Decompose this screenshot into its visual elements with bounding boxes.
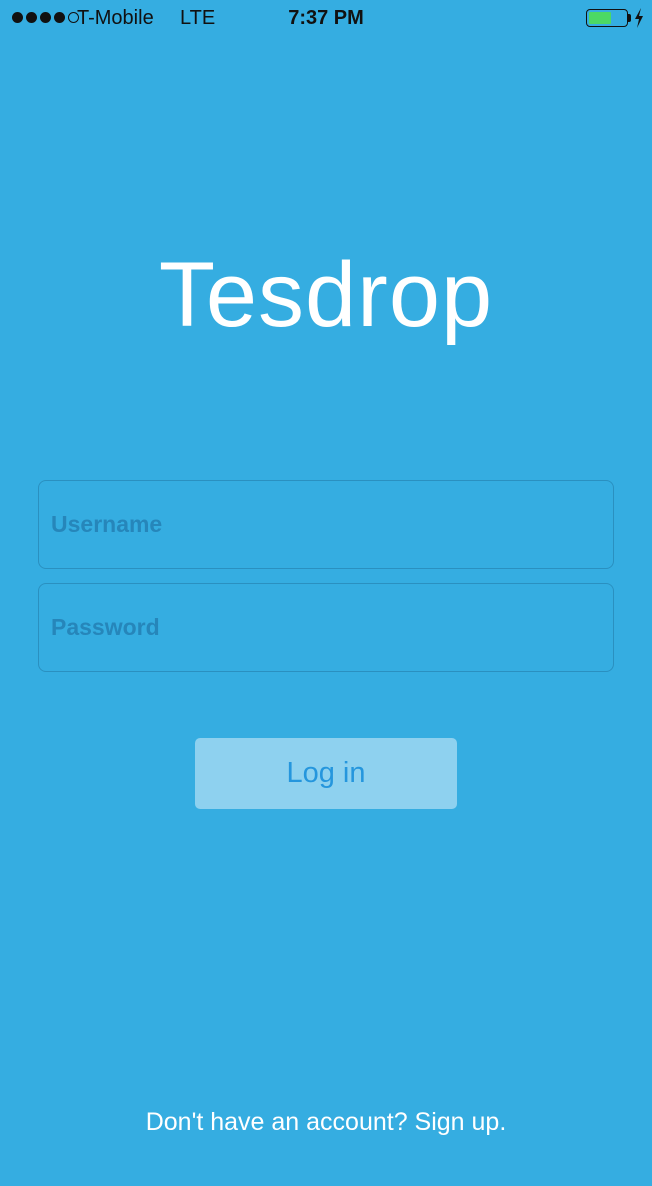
login-screen: T-Mobile LTE 7:37 PM Tesdrop Log in Don'…	[0, 0, 652, 1186]
username-input[interactable]	[38, 480, 614, 569]
signup-link[interactable]: Don't have an account? Sign up.	[0, 1108, 652, 1137]
charging-icon	[635, 8, 643, 28]
status-bar: T-Mobile LTE 7:37 PM	[0, 0, 652, 40]
password-input[interactable]	[38, 583, 614, 672]
status-time: 7:37 PM	[288, 7, 364, 29]
login-button[interactable]: Log in	[195, 738, 457, 809]
battery-tip	[628, 14, 631, 22]
battery-level	[589, 12, 611, 24]
battery-icon	[586, 9, 628, 27]
app-title: Tesdrop	[158, 244, 494, 346]
